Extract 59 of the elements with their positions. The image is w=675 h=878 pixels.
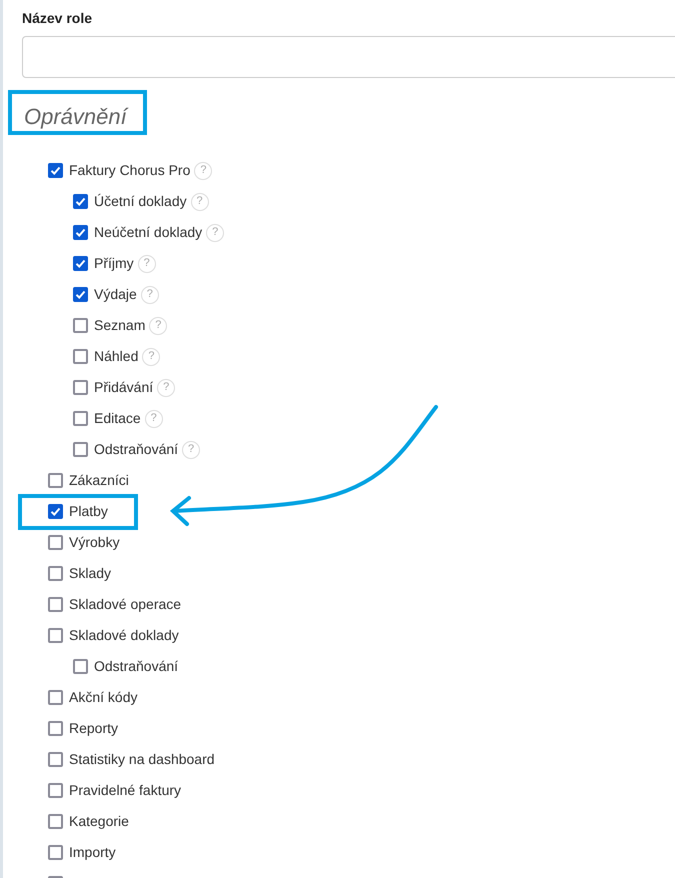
checkbox[interactable] [73, 380, 88, 395]
checkbox[interactable] [73, 194, 88, 209]
checkbox[interactable] [73, 411, 88, 426]
permission-label: Statistiky na dashboard [69, 750, 215, 769]
checkbox[interactable] [48, 783, 63, 798]
checkbox[interactable] [48, 690, 63, 705]
field-label: Název role [22, 9, 94, 27]
help-icon[interactable]: ? [140, 286, 159, 304]
checkbox[interactable] [48, 721, 63, 736]
permission-label: Editace [94, 409, 141, 428]
permission-label: Platby [69, 502, 108, 521]
permission-label: Reporty [69, 719, 118, 738]
help-icon[interactable]: ? [149, 316, 168, 334]
checkbox[interactable] [73, 349, 88, 364]
permission-label: Výdaje [94, 285, 137, 304]
help-icon[interactable]: ? [190, 192, 209, 210]
checkbox[interactable] [73, 225, 88, 240]
help-icon[interactable]: ? [138, 254, 156, 272]
permission-label: Skladové operace [69, 595, 182, 614]
checkbox[interactable] [48, 597, 63, 612]
checkbox[interactable] [73, 318, 88, 333]
permission-label: Sklady [69, 564, 112, 583]
permission-label: Zákazníci [69, 471, 129, 490]
checkbox[interactable] [73, 287, 88, 302]
help-icon[interactable]: ? [182, 440, 200, 458]
permission-label: Přidávání [94, 378, 154, 397]
checkbox[interactable] [73, 659, 88, 674]
checkbox[interactable] [48, 163, 63, 178]
permission-label: Kategorie [69, 812, 129, 831]
help-icon[interactable]: ? [142, 348, 160, 366]
permission-label: Faktury Chorus Pro [69, 161, 190, 180]
permission-label: Pravidelné faktury [69, 781, 182, 800]
permission-label: Výrobky [69, 533, 120, 552]
permission-label: Neúčetní doklady [94, 223, 202, 242]
help-icon[interactable]: ? [157, 378, 176, 396]
permission-label: Importy [69, 843, 116, 862]
permission-label: Náhled [94, 347, 138, 366]
permission-label: Seznam [94, 316, 146, 335]
checkbox[interactable] [48, 504, 63, 519]
checkbox[interactable] [48, 814, 63, 829]
checkbox[interactable] [73, 442, 88, 457]
checkbox[interactable] [48, 628, 63, 643]
section-title: Oprávnění [24, 103, 127, 131]
input-field[interactable] [22, 36, 675, 78]
checkbox[interactable] [48, 845, 63, 860]
permission-label: Odstraňování [94, 657, 178, 676]
permission-label: Účetní doklady [94, 192, 187, 211]
help-icon[interactable]: ? [194, 162, 212, 180]
permission-label: Akční kódy [69, 688, 138, 707]
permission-label: Odstraňování [94, 440, 178, 459]
help-icon[interactable]: ? [144, 410, 163, 428]
permission-label: Příjmy [94, 254, 134, 273]
checkbox[interactable] [48, 535, 63, 550]
checkbox[interactable] [48, 473, 63, 488]
permission-label: Skladové doklady [69, 626, 179, 645]
help-icon[interactable]: ? [206, 224, 224, 242]
checkbox[interactable] [48, 566, 63, 581]
checkbox[interactable] [48, 752, 63, 767]
checkbox[interactable] [73, 256, 88, 271]
